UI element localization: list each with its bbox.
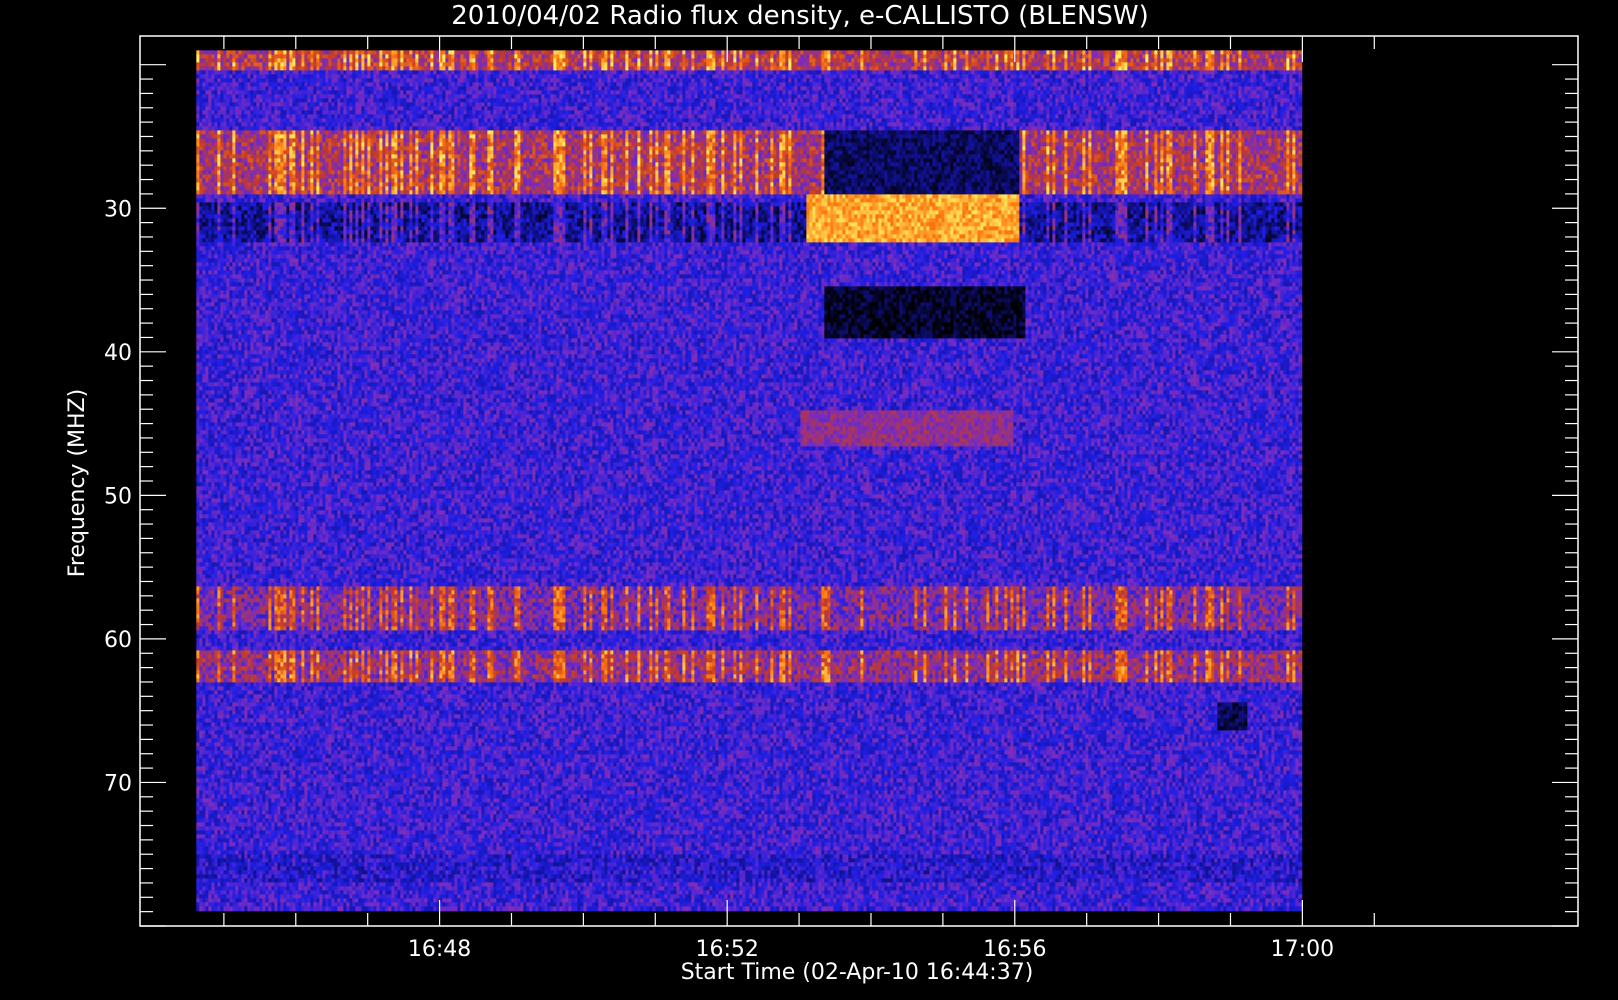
y-tick-label: 70: [104, 771, 132, 796]
x-axis-label: Start Time (02-Apr-10 16:44:37): [681, 960, 1034, 985]
y-tick-label: 30: [104, 197, 132, 222]
x-tick-label: 16:48: [408, 937, 471, 962]
x-tick-label: 16:52: [695, 937, 758, 962]
x-tick-label: 16:56: [983, 937, 1046, 962]
spectrogram-raster: [196, 50, 1303, 912]
y-tick-labels: 30 40 50 60 70: [104, 197, 132, 796]
y-tick-label: 60: [104, 628, 132, 653]
heatmap-image: [196, 50, 1303, 912]
y-axis-label: Frequency (MHZ): [65, 389, 90, 577]
spectrogram-chart: 2010/04/02 Radio flux density, e-CALLIST…: [65, 1, 1579, 985]
x-tick-label: 17:00: [1271, 937, 1334, 962]
y-tick-label: 50: [104, 484, 132, 509]
chart-title: 2010/04/02 Radio flux density, e-CALLIST…: [451, 1, 1149, 31]
x-tick-labels: 16:48 16:52 16:56 17:00: [408, 937, 1334, 962]
y-tick-label: 40: [104, 341, 132, 366]
